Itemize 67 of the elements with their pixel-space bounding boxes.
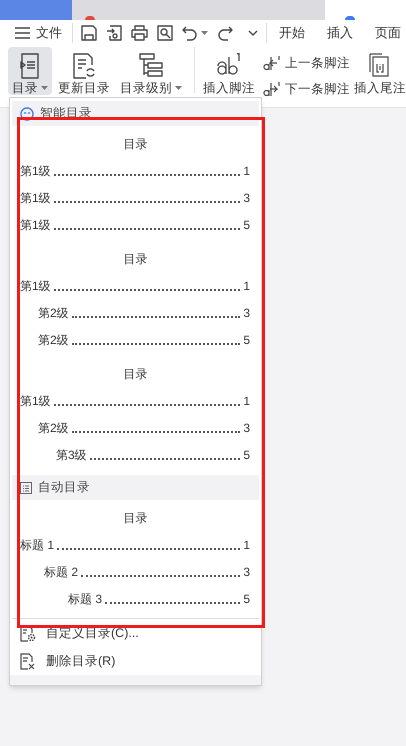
ribbon-tab[interactable]: 插入 <box>323 20 357 44</box>
next-footnote-button[interactable]: 下一条脚注 <box>263 79 350 99</box>
toc-style-option[interactable]: 目录 第1级 1 第2级 3 第2级 5 <box>12 241 259 356</box>
list-icon <box>20 482 32 494</box>
page-number: 3 <box>243 564 250 580</box>
tab-icon <box>85 16 95 20</box>
toc-entry-text: 第1级 <box>20 278 51 294</box>
document-delete-icon <box>20 652 36 670</box>
previous-footnote-icon <box>263 55 281 71</box>
toc-button[interactable]: 目录级别 <box>116 47 186 95</box>
page-number: 1 <box>243 278 250 294</box>
toc-entry-text: 标题 3 <box>68 590 102 608</box>
toc-title: 目录 <box>122 366 148 382</box>
page-number: 3 <box>243 304 250 322</box>
toc-title: 目录 <box>122 250 148 268</box>
page-number: 5 <box>243 446 250 464</box>
toc-entry-text: 第1级 <box>20 216 51 234</box>
toc-style-option[interactable]: 目录 第1级 1 第2级 3 第3级 5 <box>12 356 259 471</box>
toc-entry-text: 第2级 <box>38 420 69 436</box>
caret-icon[interactable] <box>41 86 48 90</box>
preview-icon[interactable] <box>157 24 173 40</box>
ribbon-tab[interactable]: 页面 <box>371 20 405 44</box>
insert-footnote-button[interactable]: 插入脚注 <box>201 47 257 95</box>
page-number: 1 <box>243 536 250 554</box>
ribbon-tab[interactable]: 开始 <box>275 20 309 44</box>
delete-toc-item[interactable]: 删除目录(R) <box>12 647 259 675</box>
section-header: 自动目录 <box>12 475 259 500</box>
tab-icon <box>345 16 355 20</box>
toc-entry-text: 第2级 <box>38 304 69 322</box>
menu-icon[interactable] <box>15 26 30 38</box>
page-number: 3 <box>243 420 250 436</box>
toc-style-option[interactable]: 目录 第1级 1 第1级 3 第1级 5 <box>12 126 259 241</box>
toc-title: 目录 <box>122 510 148 526</box>
toc-entry-text: 第1级 <box>20 190 51 206</box>
chevron-down-icon[interactable] <box>248 30 258 36</box>
footnote-icon <box>216 53 242 77</box>
toc-style-option[interactable]: 目录 标题 1 1 标题 2 3 标题 3 5 <box>12 500 259 615</box>
smart-icon <box>20 106 34 120</box>
toc-title: 目录 <box>122 136 148 152</box>
print-icon[interactable] <box>131 24 148 40</box>
next-footnote-icon <box>263 81 281 97</box>
page-number: 5 <box>243 590 250 608</box>
page-number: 1 <box>243 392 250 410</box>
page-number: 5 <box>243 332 250 348</box>
toc-entry-text: 标题 2 <box>44 564 78 580</box>
endnote-icon <box>369 53 391 77</box>
toc-entry-text: 标题 1 <box>20 536 54 554</box>
redo-icon[interactable] <box>217 24 233 40</box>
toc-entry-text: 第1级 <box>20 392 51 410</box>
toc-entry-text: 第1级 <box>20 162 51 180</box>
levels-icon <box>138 53 164 79</box>
toc-button[interactable]: 更新目录 <box>54 47 114 95</box>
toc-entry-text: 第3级 <box>56 446 87 464</box>
export-icon[interactable] <box>106 24 122 40</box>
caret-icon[interactable] <box>175 86 182 90</box>
undo-icon[interactable] <box>182 24 198 40</box>
file-menu-button[interactable]: 文件 <box>15 22 62 44</box>
insert-endnote-button[interactable]: 插入尾注 <box>354 47 406 95</box>
toc-entry-text: 第2级 <box>38 332 69 348</box>
refresh-document-icon <box>71 53 97 79</box>
save-icon[interactable] <box>81 24 97 40</box>
previous-footnote-button[interactable]: 上一条脚注 <box>263 53 350 73</box>
page-number: 1 <box>243 162 250 180</box>
page-number: 3 <box>243 190 250 206</box>
page-number: 5 <box>243 216 250 234</box>
toc-button[interactable]: 目录 <box>8 47 52 95</box>
undo-caret-icon[interactable] <box>201 30 208 34</box>
